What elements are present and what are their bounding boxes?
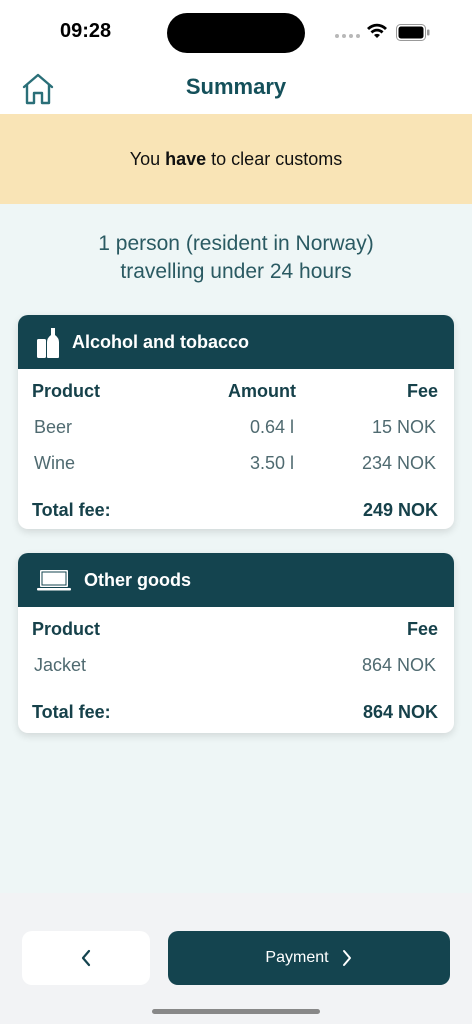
product-name: Beer [34,417,73,437]
payment-label: Payment [265,949,329,966]
product-name: Wine [34,453,76,473]
table-header-row: Product Fee [18,611,454,647]
dynamic-island [167,13,305,53]
banner-emphasis: have [165,148,207,169]
total-row: Total fee: 864 NOK [18,694,454,730]
traveller-line-2: travelling under 24 hours [120,260,352,283]
cellular-signal-icon [335,34,360,38]
column-fee: Fee [406,619,438,639]
traveller-line-1: 1 person (resident in Norway) [98,232,374,255]
payment-button[interactable]: Payment [168,931,450,985]
product-fee: 234 NOK [361,453,436,473]
other-goods-card: Other goods Product Fee Jacket 864 NOK T… [18,553,454,733]
column-product: Product [32,381,101,401]
column-fee: Fee [406,381,438,401]
column-amount: Amount [228,381,296,401]
table-row: Beer 0.64 l 15 NOK [18,409,454,445]
table-header-row: Product Amount Fee [18,373,454,409]
battery-icon [396,24,430,41]
total-label: Total fee: [32,702,111,722]
product-fee: 15 NOK [371,417,436,437]
laptop-icon [36,568,72,592]
total-value: 249 NOK [362,500,438,520]
product-amount: 0.64 l [249,417,294,437]
chevron-left-icon [81,949,91,967]
home-indicator [152,1009,320,1014]
bottles-icon [36,325,60,359]
card-title: Alcohol and tobacco [72,331,250,352]
wifi-icon [367,23,387,38]
card-header: Alcohol and tobacco [18,315,454,369]
product-amount: 3.50 l [249,453,294,473]
total-label: Total fee: [32,500,111,520]
bottom-action-bar: Payment [0,893,472,1024]
chevron-right-icon [342,950,351,966]
back-button[interactable] [22,931,150,985]
status-bar: 09:28 [0,0,472,62]
card-header: Other goods [18,553,454,607]
column-product: Product [32,619,101,639]
product-fee: 864 NOK [361,655,436,675]
alcohol-tobacco-card: Alcohol and tobacco Product Amount Fee B… [18,315,454,529]
table-row: Wine 3.50 l 234 NOK [18,445,454,481]
status-time: 09:28 [60,20,112,42]
table-row: Jacket 864 NOK [18,647,454,683]
banner-suffix: to clear customs [211,148,343,169]
product-name: Jacket [34,655,87,675]
total-value: 864 NOK [362,702,438,722]
banner-prefix: You [129,148,161,169]
customs-banner: You have to clear customs [0,114,472,204]
card-title: Other goods [84,569,191,590]
total-row: Total fee: 249 NOK [18,492,454,528]
page-title: Summary [185,74,287,99]
traveller-summary: 1 person (resident in Norway) travelling… [0,230,472,286]
app-header: Summary [0,62,472,114]
